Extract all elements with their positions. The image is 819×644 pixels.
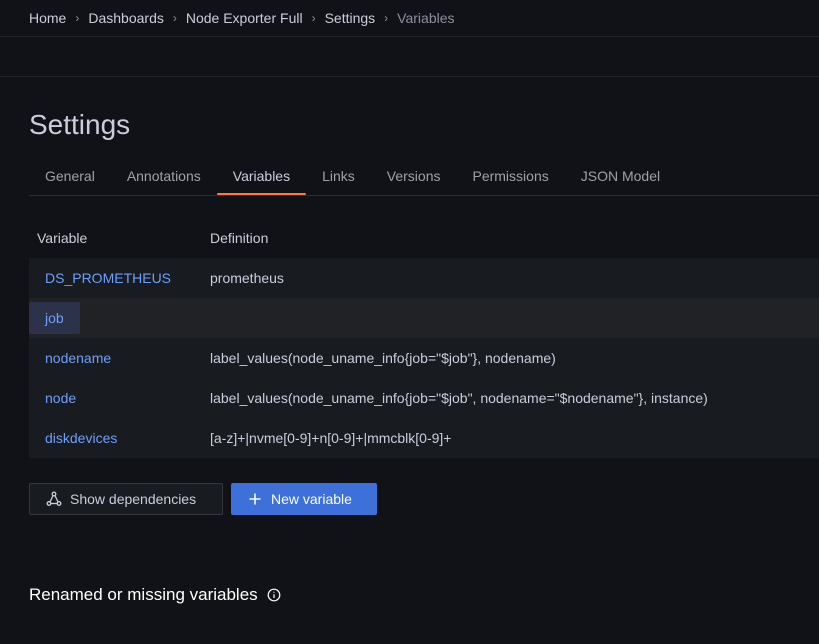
chevron-right-icon: ›: [75, 11, 80, 25]
variable-name-link[interactable]: nodename: [29, 342, 127, 374]
new-variable-label: New variable: [271, 491, 352, 507]
breadcrumb-home[interactable]: Home: [29, 10, 66, 26]
tab-general[interactable]: General: [29, 158, 111, 195]
tab-json-model[interactable]: JSON Model: [565, 158, 676, 195]
header-divider: [0, 36, 819, 37]
table-header: Variable Definition: [29, 218, 819, 258]
chevron-right-icon: ›: [172, 11, 177, 25]
variable-definition: prometheus: [210, 270, 284, 286]
toolbar-divider: [0, 76, 819, 77]
breadcrumb-dashboard[interactable]: Node Exporter Full: [186, 10, 303, 26]
breadcrumb-dashboards[interactable]: Dashboards: [88, 10, 164, 26]
show-dependencies-button[interactable]: Show dependencies: [29, 483, 223, 515]
new-variable-button[interactable]: New variable: [231, 483, 377, 515]
tab-permissions[interactable]: Permissions: [456, 158, 564, 195]
tab-links[interactable]: Links: [306, 158, 371, 195]
table-row[interactable]: node label_values(node_uname_info{job="$…: [29, 378, 819, 418]
variable-name-link[interactable]: node: [29, 382, 92, 414]
tab-versions[interactable]: Versions: [371, 158, 457, 195]
variable-name-link[interactable]: DS_PROMETHEUS: [29, 262, 187, 294]
breadcrumb: Home › Dashboards › Node Exporter Full ›…: [29, 0, 455, 36]
chevron-right-icon: ›: [384, 11, 389, 25]
chevron-right-icon: ›: [311, 11, 316, 25]
tabs-divider: [29, 195, 819, 196]
variable-definition: label_values(node_uname_info{job="$job",…: [210, 390, 708, 406]
settings-tabs: General Annotations Variables Links Vers…: [29, 158, 676, 195]
table-row[interactable]: nodename label_values(node_uname_info{jo…: [29, 338, 819, 378]
renamed-variables-heading: Renamed or missing variables: [29, 583, 281, 607]
variable-definition: [a-z]+|nvme[0-9]+n[0-9]+|mmcblk[0-9]+: [210, 430, 452, 446]
column-header-definition: Definition: [210, 230, 269, 246]
column-header-variable: Variable: [37, 230, 88, 246]
table-row[interactable]: diskdevices [a-z]+|nvme[0-9]+n[0-9]+|mmc…: [29, 418, 819, 458]
table-row[interactable]: DS_PROMETHEUS prometheus: [29, 258, 819, 298]
breadcrumb-settings[interactable]: Settings: [325, 10, 376, 26]
tab-annotations[interactable]: Annotations: [111, 158, 217, 195]
show-dependencies-label: Show dependencies: [70, 491, 197, 507]
variable-definition: label_values(node_uname_info{job="$job"}…: [210, 350, 556, 366]
sitemap-icon: [46, 491, 62, 506]
variable-name-link[interactable]: diskdevices: [29, 422, 133, 454]
page-title: Settings: [29, 109, 131, 140]
breadcrumb-current: Variables: [397, 10, 455, 26]
section-title-text: Renamed or missing variables: [29, 585, 258, 604]
info-circle-icon[interactable]: [267, 588, 281, 602]
tab-variables[interactable]: Variables: [216, 158, 307, 195]
variables-table: Variable Definition DS_PROMETHEUS promet…: [29, 218, 819, 458]
table-row[interactable]: job: [29, 298, 819, 338]
plus-icon: [249, 493, 261, 505]
variable-name-link[interactable]: job: [29, 302, 80, 334]
